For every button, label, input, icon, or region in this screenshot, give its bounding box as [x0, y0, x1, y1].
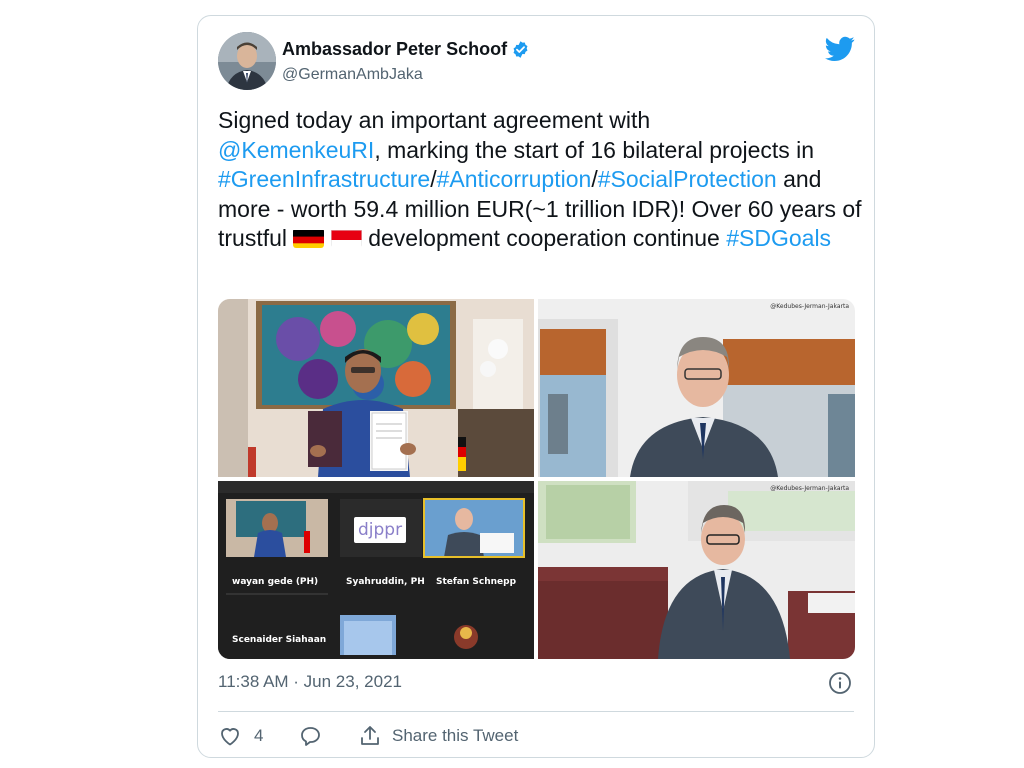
verified-badge-icon	[513, 41, 528, 58]
video-call-grid[interactable]: djppr wayan gede (PH) Syahruddin, PH Ste…	[218, 481, 534, 659]
text-part: , marking the start of 16 bilateral proj…	[374, 136, 815, 163]
photo-signing-indonesia[interactable]	[218, 299, 534, 477]
author-avatar[interactable]	[218, 32, 276, 90]
indonesia-flag-icon	[330, 228, 362, 248]
text-part: Signed today an important agreement with	[218, 107, 651, 133]
participant-name: wayan gede (PH)	[232, 577, 319, 587]
tweet-timestamp[interactable]: 11:38 AM · Jun 23, 2021	[218, 672, 402, 692]
hashtag-link[interactable]: #GreenInfrastructure	[218, 166, 430, 192]
mention-link[interactable]: @KemenkeuRI	[218, 137, 374, 163]
hashtag-link[interactable]: #SocialProtection	[598, 166, 777, 192]
heart-icon	[221, 728, 239, 746]
hashtag-link[interactable]: #SDGoals	[726, 225, 831, 251]
photo-watermark: @Kedubes-Jerman-Jakarta	[770, 485, 849, 492]
participant-name: Stefan Schnepp	[436, 577, 517, 587]
hashtag-link[interactable]: #Anticorruption	[437, 166, 592, 192]
info-icon[interactable]	[828, 671, 852, 695]
participant-name: Scenaider Siahaan	[232, 635, 327, 645]
author-name[interactable]: Ambassador Peter Schoof	[282, 39, 507, 60]
photo-ambassador-video[interactable]: @Kedubes-Jerman-Jakarta	[538, 299, 855, 477]
tweet-media[interactable]: @Kedubes-Jerman-Jakarta djppr wayan gede…	[218, 299, 855, 659]
djppr-logo: djppr	[354, 517, 407, 543]
participant-name: Syahruddin, PH	[346, 577, 425, 587]
photo-ambassador-signing[interactable]: @Kedubes-Jerman-Jakarta	[538, 481, 855, 659]
photo-watermark: @Kedubes-Jerman-Jakarta	[770, 303, 849, 310]
share-label: Share this Tweet	[392, 726, 519, 745]
author-handle[interactable]: @GermanAmbJaka	[282, 66, 423, 84]
text-part: development cooperation continue	[361, 225, 727, 251]
like-button[interactable]: 4	[218, 721, 263, 751]
tweet-actions: 4 Share this Tweet	[218, 721, 858, 751]
like-count: 4	[254, 726, 264, 745]
germany-flag-icon	[293, 228, 325, 248]
tweet-text: Signed today an important agreement with…	[218, 106, 868, 254]
reply-button[interactable]	[298, 721, 322, 751]
divider	[218, 711, 854, 712]
twitter-bird-icon[interactable]	[825, 36, 855, 62]
reply-bubble-icon	[301, 727, 320, 746]
share-icon	[361, 726, 379, 745]
share-button[interactable]: Share this Tweet	[358, 721, 518, 751]
tweet-card[interactable]: Ambassador Peter Schoof @GermanAmbJaka S…	[197, 15, 875, 758]
